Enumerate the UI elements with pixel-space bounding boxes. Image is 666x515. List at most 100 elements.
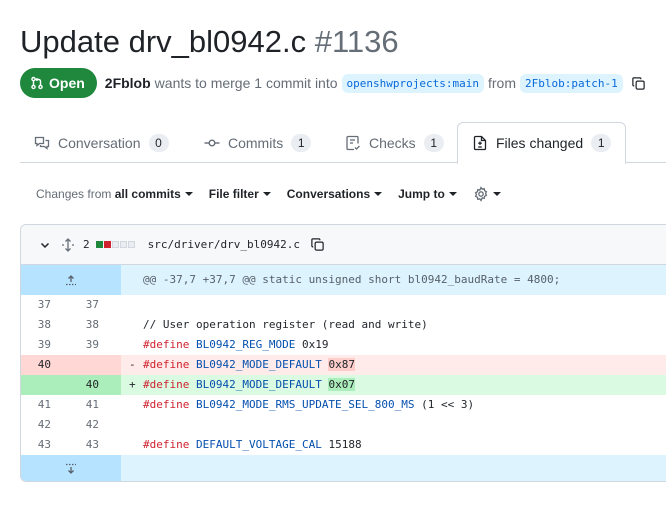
new-line-number[interactable] <box>71 355 121 375</box>
old-line-number[interactable] <box>21 375 71 395</box>
code-text: #define BL0942_REG_MODE 0x19 <box>143 338 329 351</box>
caret-down-icon <box>184 192 193 196</box>
code-text: #define BL0942_MODE_RMS_UPDATE_SEL_800_M… <box>143 398 475 411</box>
pr-title-text: Update drv_bl0942.c <box>20 24 307 59</box>
base-branch[interactable]: openshwprojects:main <box>341 73 484 93</box>
head-branch[interactable]: 2Fblob:patch-1 <box>519 73 623 93</box>
diff-change-count: 2 <box>83 238 90 251</box>
all-commits-label: all commits <box>114 187 181 201</box>
state-badge: Open <box>20 68 97 98</box>
code-line: + #define BL0942_MODE_DEFAULT 0x07 <box>121 375 666 395</box>
caret-down-icon <box>262 192 271 196</box>
diff-line-added: 40 + #define BL0942_MODE_DEFAULT 0x07 <box>21 375 666 395</box>
code-text: #define DEFAULT_VOLTAGE_CAL 15188 <box>143 438 362 451</box>
conversations-label: Conversations <box>286 187 371 201</box>
file-filter-label: File filter <box>208 187 259 201</box>
new-line-number[interactable]: 42 <box>71 415 121 435</box>
tab-label: Conversation <box>58 134 141 151</box>
changes-from-label: Changes from <box>36 187 112 201</box>
diff-rows: @@ -37,7 +37,7 @@ static unsigned short … <box>21 265 666 481</box>
pr-tabs: Conversation 0 Commits 1 Checks 1 Files … <box>20 122 666 164</box>
code-line: #define BL0942_MODE_RMS_UPDATE_SEL_800_M… <box>121 395 666 415</box>
caret-down-icon <box>492 192 501 196</box>
new-line-number[interactable]: 39 <box>71 335 121 355</box>
diff-line: 38 38 // User operation register (read a… <box>21 315 666 335</box>
code-text: #define BL0942_MODE_DEFAULT 0x07 <box>143 378 355 391</box>
diff-marker: + <box>129 378 136 391</box>
changes-from-dropdown[interactable]: Changes from all commits <box>36 187 193 201</box>
diff-marker <box>129 315 143 335</box>
file-path[interactable]: src/driver/drv_bl0942.c <box>148 238 300 251</box>
new-line-number[interactable]: 43 <box>71 435 121 455</box>
state-label: Open <box>49 75 85 91</box>
old-line-number[interactable]: 39 <box>21 335 71 355</box>
caret-down-icon <box>374 192 383 196</box>
diff-line: 43 43 #define DEFAULT_VOLTAGE_CAL 15188 <box>21 435 666 455</box>
jump-to-dropdown[interactable]: Jump to <box>398 187 457 201</box>
tab-count: 0 <box>148 133 169 152</box>
tab-checks[interactable]: Checks 1 <box>331 122 458 163</box>
pull-request-icon <box>31 76 43 90</box>
old-line-number[interactable]: 41 <box>21 395 71 415</box>
old-line-number[interactable]: 43 <box>21 435 71 455</box>
diff-marker <box>129 395 143 415</box>
pr-number: #1136 <box>314 24 399 59</box>
conversations-dropdown[interactable]: Conversations <box>286 187 383 201</box>
file-header: 2 src/driver/drv_bl0942.c <box>21 225 666 265</box>
tab-count: 1 <box>591 134 612 152</box>
copy-icon[interactable] <box>631 76 646 91</box>
code-line: - #define BL0942_MODE_DEFAULT 0x87 <box>121 355 666 375</box>
new-line-number[interactable]: 40 <box>71 375 121 395</box>
hunk-text: @@ -37,7 +37,7 @@ static unsigned short … <box>143 273 561 286</box>
pr-meta: Open 2Fblob wants to merge 1 commit into… <box>20 68 646 98</box>
hunk-header: @@ -37,7 +37,7 @@ static unsigned short … <box>21 265 666 295</box>
new-line-number[interactable]: 37 <box>71 295 121 315</box>
tab-label: Commits <box>228 134 284 151</box>
file-filter-dropdown[interactable]: File filter <box>209 187 271 201</box>
fold-up-icon <box>66 275 76 286</box>
old-line-number[interactable]: 38 <box>21 315 71 335</box>
tab-commits[interactable]: Commits 1 <box>190 122 325 163</box>
copy-path-icon[interactable] <box>310 237 325 252</box>
old-line-number[interactable]: 37 <box>21 295 71 315</box>
diff-line: 41 41 #define BL0942_MODE_RMS_UPDATE_SEL… <box>21 395 666 415</box>
diff-toolbar: Changes from all commits File filter Con… <box>36 184 517 204</box>
settings-dropdown[interactable] <box>473 186 501 202</box>
pr-title: Update drv_bl0942.c #1136 <box>20 22 399 62</box>
code-text: #define BL0942_MODE_DEFAULT 0x87 <box>143 358 355 371</box>
code-line: // User operation register (read and wri… <box>121 315 666 335</box>
old-line-number[interactable]: 40 <box>21 355 71 375</box>
tab-label: Files changed <box>496 135 584 151</box>
diff-line: 42 42 <box>21 415 666 435</box>
comment-discussion-icon <box>34 136 50 150</box>
code-line <box>121 415 666 435</box>
tab-files-changed[interactable]: Files changed 1 <box>457 122 627 164</box>
chevron-down-icon[interactable] <box>39 239 51 251</box>
new-line-number[interactable]: 38 <box>71 315 121 335</box>
old-line-number[interactable]: 42 <box>21 415 71 435</box>
diff-marker: - <box>129 358 136 371</box>
code-line: #define BL0942_REG_MODE 0x19 <box>121 335 666 355</box>
file-diff-icon <box>473 135 487 151</box>
expand-up-button[interactable] <box>21 265 121 295</box>
code-line <box>121 295 666 315</box>
gear-icon <box>474 186 488 202</box>
diff-line-deleted: 40 - #define BL0942_MODE_DEFAULT 0x87 <box>21 355 666 375</box>
jump-to-label: Jump to <box>398 187 445 201</box>
expand-down-button[interactable] <box>21 455 121 481</box>
tab-label: Checks <box>369 134 416 151</box>
caret-down-icon <box>448 192 457 196</box>
diff-marker <box>129 435 143 455</box>
tab-count: 1 <box>291 133 312 152</box>
expand-all-icon[interactable] <box>61 237 75 252</box>
diffstat-neutral <box>119 241 127 248</box>
diff-stat <box>95 241 136 248</box>
diff-marker <box>129 335 143 355</box>
diff-line: 37 37 <box>21 295 666 315</box>
new-line-number[interactable]: 41 <box>71 395 121 415</box>
tab-conversation[interactable]: Conversation 0 <box>20 122 183 163</box>
from-text: from <box>487 75 516 91</box>
author-link[interactable]: 2Fblob <box>105 75 151 91</box>
diffstat-del <box>103 241 111 248</box>
diff-marker <box>129 295 143 315</box>
